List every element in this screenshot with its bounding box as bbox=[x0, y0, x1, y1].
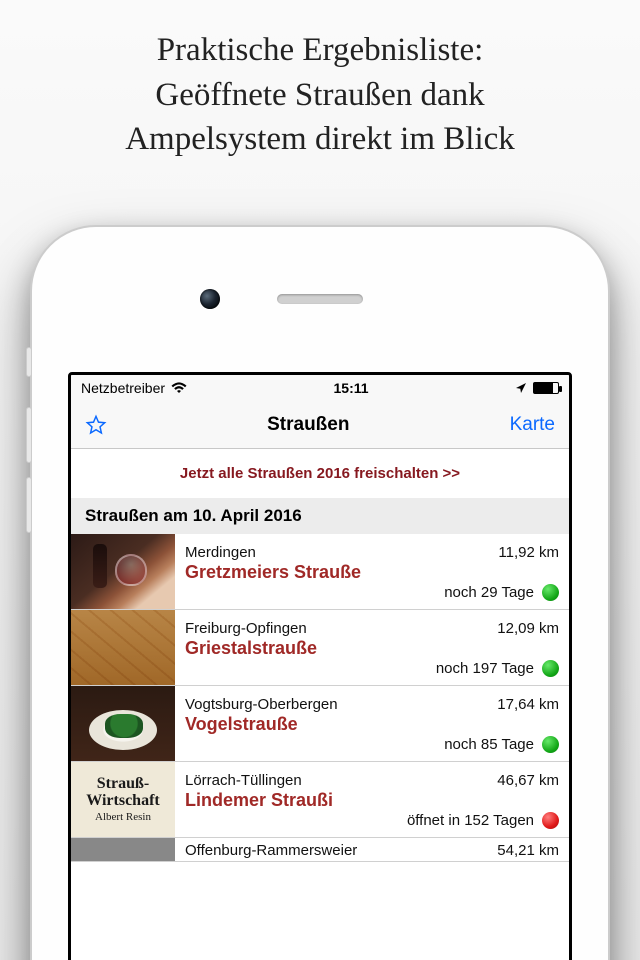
town-label: Lörrach-Tüllingen bbox=[185, 772, 302, 789]
thumbnail bbox=[71, 838, 175, 861]
thumbnail bbox=[71, 686, 175, 761]
venue-name: Griestalstrauße bbox=[185, 638, 559, 659]
list-item[interactable]: Vogtsburg-Oberbergen 17,64 km Vogelstrauß… bbox=[71, 686, 569, 762]
screen: Netzbetreiber 15:11 Straußen Karte Jetzt… bbox=[68, 372, 572, 960]
status-dot-icon bbox=[542, 660, 559, 677]
list-item[interactable]: Freiburg-Opfingen 12,09 km Griestalstrauß… bbox=[71, 610, 569, 686]
town-label: Offenburg-Rammersweier bbox=[185, 842, 357, 859]
distance-label: 17,64 km bbox=[497, 696, 559, 713]
carrier-label: Netzbetreiber bbox=[81, 380, 165, 396]
status-bar: Netzbetreiber 15:11 bbox=[71, 375, 569, 401]
favorites-button[interactable] bbox=[85, 414, 107, 436]
promo-text: Praktische Ergebnisliste: Geöffnete Stra… bbox=[0, 0, 640, 172]
promo-line: Ampelsystem direkt im Blick bbox=[30, 117, 610, 162]
town-label: Vogtsburg-Oberbergen bbox=[185, 696, 338, 713]
front-camera bbox=[200, 289, 220, 309]
venue-name: Gretzmeiers Strauße bbox=[185, 562, 559, 583]
section-header: Straußen am 10. April 2016 bbox=[71, 498, 569, 534]
battery-icon bbox=[533, 382, 559, 394]
distance-label: 46,67 km bbox=[497, 772, 559, 789]
clock: 15:11 bbox=[334, 380, 369, 396]
venue-name: Lindemer Straußi bbox=[185, 790, 559, 811]
promo-line: Geöffnete Straußen dank bbox=[30, 73, 610, 118]
thumbnail: Strauß- Wirtschaft Albert Resin bbox=[71, 762, 175, 837]
town-label: Freiburg-Opfingen bbox=[185, 620, 307, 637]
status-text: öffnet in 152 Tagen bbox=[407, 812, 534, 829]
list-item[interactable]: Offenburg-Rammersweier 54,21 km bbox=[71, 838, 569, 862]
navbar: Straußen Karte bbox=[71, 401, 569, 449]
distance-label: 12,09 km bbox=[497, 620, 559, 637]
distance-label: 11,92 km bbox=[498, 544, 559, 561]
map-button[interactable]: Karte bbox=[510, 414, 555, 436]
thumbnail-text: Strauß- bbox=[97, 776, 149, 793]
venue-name: Vogelstrauße bbox=[185, 714, 559, 735]
thumbnail bbox=[71, 534, 175, 609]
unlock-banner[interactable]: Jetzt alle Straußen 2016 freischalten >> bbox=[71, 449, 569, 498]
status-dot-icon bbox=[542, 584, 559, 601]
status-text: noch 197 Tage bbox=[436, 660, 534, 677]
page-title: Straußen bbox=[267, 414, 349, 436]
list-item[interactable]: Merdingen 11,92 km Gretzmeiers Strauße no… bbox=[71, 534, 569, 610]
distance-label: 54,21 km bbox=[497, 842, 559, 859]
wifi-icon bbox=[171, 382, 187, 394]
thumbnail-text: Albert Resin bbox=[95, 812, 151, 824]
status-text: noch 29 Tage bbox=[444, 584, 534, 601]
status-dot-icon bbox=[542, 812, 559, 829]
phone-volume-up bbox=[26, 407, 32, 463]
promo-line: Praktische Ergebnisliste: bbox=[30, 28, 610, 73]
location-icon bbox=[515, 382, 527, 394]
ear-speaker bbox=[277, 294, 363, 304]
town-label: Merdingen bbox=[185, 544, 256, 561]
thumbnail-text: Wirtschaft bbox=[86, 793, 159, 810]
phone-mock: Netzbetreiber 15:11 Straußen Karte Jetzt… bbox=[30, 225, 610, 960]
phone-mute-switch bbox=[26, 347, 32, 377]
status-dot-icon bbox=[542, 736, 559, 753]
phone-volume-down bbox=[26, 477, 32, 533]
list-item[interactable]: Strauß- Wirtschaft Albert Resin Lörrach-… bbox=[71, 762, 569, 838]
status-text: noch 85 Tage bbox=[444, 736, 534, 753]
thumbnail bbox=[71, 610, 175, 685]
